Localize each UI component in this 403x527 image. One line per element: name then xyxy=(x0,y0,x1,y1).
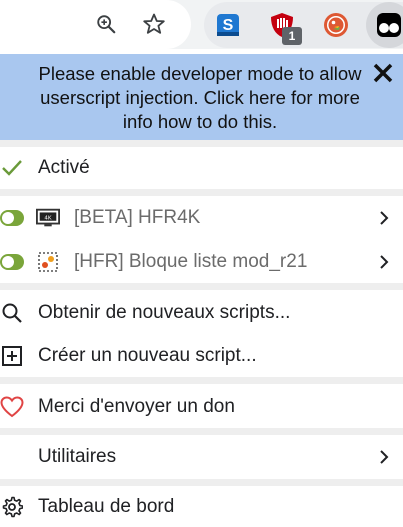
bloque-liste-script-icon xyxy=(36,250,60,274)
script-toggle[interactable] xyxy=(0,254,24,270)
banner-message[interactable]: Please enable developer mode to allow us… xyxy=(30,62,370,134)
svg-text:4K: 4K xyxy=(44,215,52,221)
separator xyxy=(0,140,403,147)
tampermonkey-icon[interactable] xyxy=(373,9,403,41)
chevron-right-icon[interactable] xyxy=(374,447,394,467)
create-script-label: Créer un nouveau script... xyxy=(38,345,257,366)
donate-label: Merci d'envoyer un don xyxy=(38,396,235,417)
dashboard-row[interactable]: Tableau de bord xyxy=(0,487,403,527)
utilities-label: Utilitaires xyxy=(38,446,117,467)
separator xyxy=(0,377,403,384)
heart-icon xyxy=(0,395,24,419)
separator xyxy=(0,428,403,435)
zoom-in-icon[interactable] xyxy=(90,8,122,40)
donate-row[interactable]: Merci d'envoyer un don xyxy=(0,387,403,427)
script-name: [HFR] Bloque liste mod_r21 xyxy=(74,251,308,272)
chevron-right-icon[interactable] xyxy=(374,208,394,228)
check-icon xyxy=(0,156,24,180)
search-icon xyxy=(0,301,24,325)
enabled-label: Activé xyxy=(38,157,90,178)
separator xyxy=(0,479,403,486)
extension-badge: 1 xyxy=(282,27,302,45)
close-icon[interactable] xyxy=(370,60,396,86)
add-box-icon xyxy=(0,344,24,368)
script-toggle[interactable] xyxy=(0,210,24,226)
dashboard-label: Tableau de bord xyxy=(38,496,175,517)
duckduckgo-icon[interactable] xyxy=(320,9,352,41)
developer-mode-banner[interactable]: Please enable developer mode to allow us… xyxy=(0,54,403,140)
gear-icon xyxy=(0,495,24,519)
create-script-row[interactable]: Créer un nouveau script... xyxy=(0,336,403,376)
enabled-toggle-row[interactable]: Activé xyxy=(0,148,403,188)
script-row-hfr4k[interactable]: 4K [BETA] HFR4K xyxy=(0,198,403,238)
get-new-scripts-label: Obtenir de nouveaux scripts... xyxy=(38,302,291,323)
script-row-bloque-liste[interactable]: [HFR] Bloque liste mod_r21 xyxy=(0,242,403,282)
extension-s-icon[interactable]: S xyxy=(212,9,244,41)
extensions-group: S xyxy=(204,2,403,48)
separator xyxy=(0,189,403,196)
hfr4k-script-icon: 4K xyxy=(36,206,60,230)
address-bar-end[interactable] xyxy=(0,0,191,49)
svg-text:S: S xyxy=(223,17,234,34)
separator xyxy=(0,283,403,290)
chevron-right-icon[interactable] xyxy=(374,252,394,272)
browser-toolbar: S 1 xyxy=(0,0,403,49)
get-new-scripts-row[interactable]: Obtenir de nouveaux scripts... xyxy=(0,293,403,333)
utilities-row[interactable]: Utilitaires xyxy=(0,437,403,477)
script-name: [BETA] HFR4K xyxy=(74,207,201,228)
star-icon[interactable] xyxy=(138,8,170,40)
